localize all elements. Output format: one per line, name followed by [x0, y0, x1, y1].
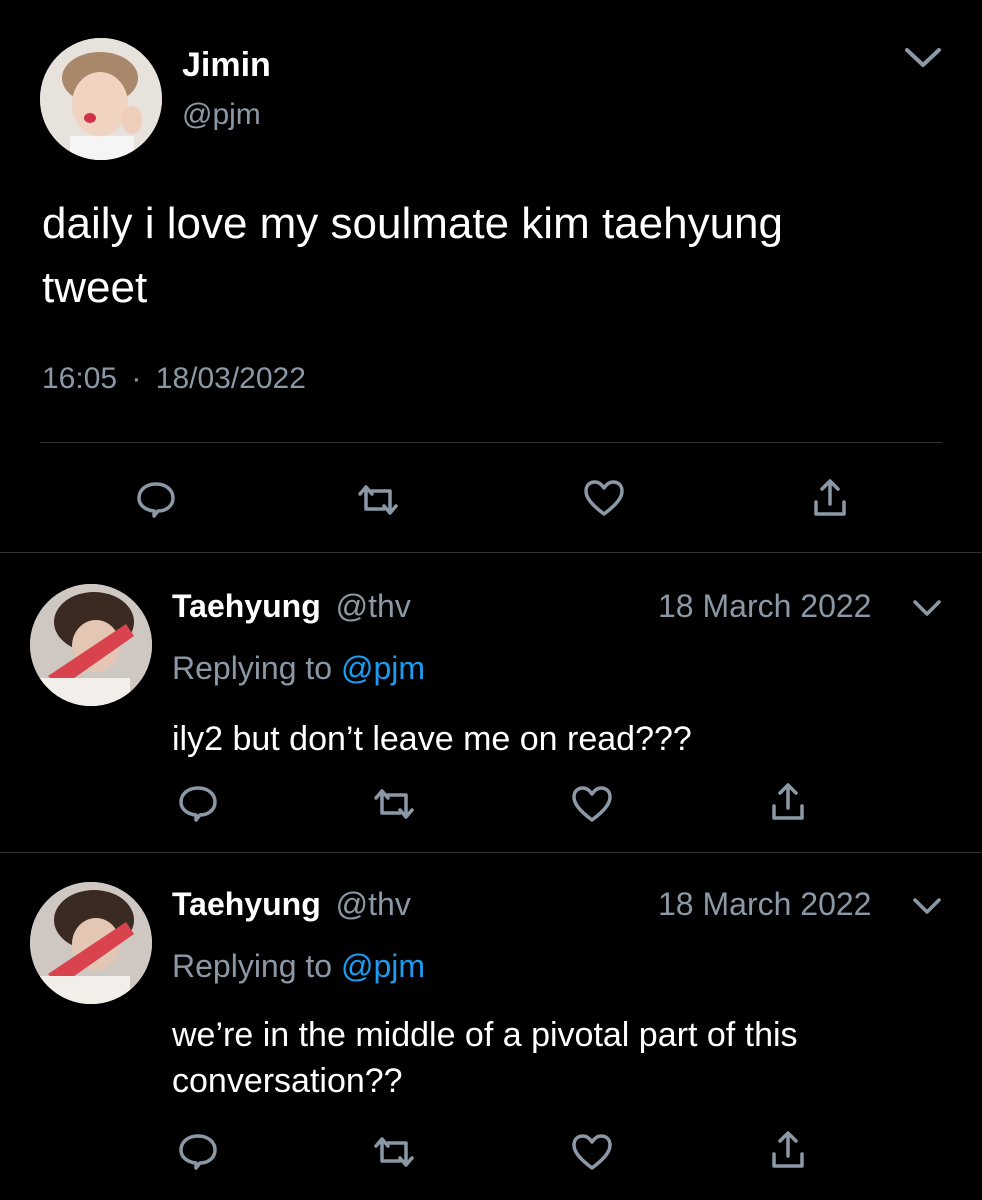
- reply-text: we’re in the middle of a pivotal part of…: [172, 1012, 962, 1104]
- divider: [0, 552, 982, 553]
- avatar-image: [30, 584, 152, 706]
- reply-icon[interactable]: [176, 782, 220, 826]
- avatar-image: [30, 882, 152, 1004]
- share-icon[interactable]: [768, 1128, 808, 1172]
- chevron-down-icon[interactable]: [904, 46, 942, 70]
- avatar-taehyung[interactable]: [30, 882, 152, 1004]
- reply-text-line: we’re in the middle of a pivotal part of…: [172, 1016, 798, 1054]
- share-icon[interactable]: [810, 476, 850, 520]
- tweet-time: 16:05: [42, 362, 118, 395]
- reply-header: Taehyung @thv: [172, 886, 411, 923]
- author-handle[interactable]: @thv: [336, 588, 411, 624]
- replying-to: Replying to @pjm: [172, 650, 425, 687]
- tweet-text: daily i love my soulmate kim taehyung tw…: [42, 192, 962, 320]
- like-icon[interactable]: [570, 1132, 614, 1172]
- avatar-jimin[interactable]: [40, 38, 162, 160]
- replying-to: Replying to @pjm: [172, 948, 425, 985]
- share-icon[interactable]: [768, 780, 808, 824]
- author-name[interactable]: Taehyung: [172, 886, 321, 922]
- chevron-down-icon[interactable]: [912, 896, 942, 916]
- reply-icon[interactable]: [134, 478, 178, 522]
- reply-text-line: ily2 but don’t leave me on read???: [172, 720, 692, 758]
- tweet-timestamp[interactable]: 16:05 · 18/03/2022: [42, 362, 306, 396]
- like-icon[interactable]: [582, 478, 626, 518]
- replying-handle-link[interactable]: @pjm: [341, 948, 425, 984]
- divider: [0, 852, 982, 853]
- tweet-date: 18/03/2022: [155, 362, 306, 395]
- replying-label: Replying to: [172, 948, 333, 984]
- retweet-icon[interactable]: [370, 782, 418, 826]
- author-handle[interactable]: @thv: [336, 886, 411, 922]
- avatar-taehyung[interactable]: [30, 584, 152, 706]
- divider: [40, 442, 942, 443]
- reply-date[interactable]: 18 March 2022: [658, 886, 871, 923]
- author-name[interactable]: Jimin: [182, 46, 271, 85]
- reply-date[interactable]: 18 March 2022: [658, 588, 871, 625]
- replying-handle-link[interactable]: @pjm: [341, 650, 425, 686]
- chevron-down-icon[interactable]: [912, 598, 942, 618]
- retweet-icon[interactable]: [370, 1130, 418, 1174]
- separator-dot: ·: [131, 362, 142, 395]
- tweet-text-line: daily i love my soulmate kim taehyung: [42, 199, 783, 248]
- author-name[interactable]: Taehyung: [172, 588, 321, 624]
- tweet-text-line: tweet: [42, 263, 148, 312]
- reply-icon[interactable]: [176, 1130, 220, 1174]
- replying-label: Replying to: [172, 650, 333, 686]
- avatar-image: [40, 38, 162, 160]
- reply-text-line: conversation??: [172, 1062, 403, 1100]
- like-icon[interactable]: [570, 784, 614, 824]
- reply-header: Taehyung @thv: [172, 588, 411, 625]
- reply-text: ily2 but don’t leave me on read???: [172, 716, 692, 762]
- author-handle[interactable]: @pjm: [182, 98, 261, 132]
- retweet-icon[interactable]: [354, 478, 402, 522]
